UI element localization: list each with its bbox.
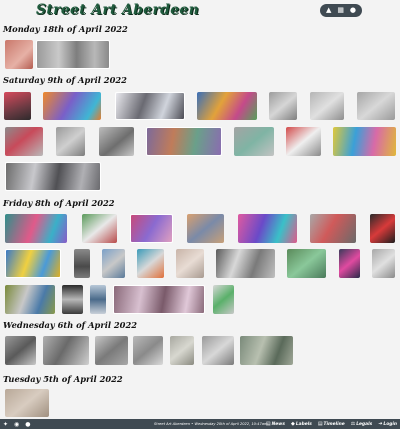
artwork-thumbnail[interactable]	[74, 249, 90, 278]
artwork-thumbnail[interactable]	[4, 92, 31, 120]
nav-news[interactable]: ▤ News	[266, 421, 285, 427]
day-header-friday-8: Friday 8th of April 2022	[3, 198, 115, 208]
artwork-thumbnail[interactable]	[310, 214, 356, 243]
timeline-icon: ▤	[317, 421, 323, 427]
artwork-thumbnail[interactable]	[5, 214, 67, 243]
day-header-saturday-9: Saturday 9th of April 2022	[3, 75, 127, 85]
artwork-thumbnail[interactable]	[5, 127, 43, 156]
news-icon: ▤	[265, 421, 271, 427]
artwork-thumbnail[interactable]	[372, 249, 395, 278]
artwork-thumbnail[interactable]	[357, 92, 395, 120]
artwork-thumbnail[interactable]	[187, 214, 224, 243]
instagram-icon[interactable]: ◉	[14, 421, 19, 428]
day-header-tuesday-5: Tuesday 5th of April 2022	[3, 374, 123, 384]
artwork-thumbnail[interactable]	[269, 92, 297, 120]
nav-legals-label: Legals	[356, 421, 373, 427]
artwork-thumbnail[interactable]	[62, 285, 83, 314]
artwork-thumbnail[interactable]	[216, 249, 275, 278]
nav-timeline-label: Timeline	[323, 421, 345, 427]
artwork-thumbnail[interactable]	[238, 214, 297, 243]
info-icon[interactable]: ●	[350, 4, 356, 17]
artwork-thumbnail[interactable]	[202, 336, 234, 365]
nav-legals[interactable]: ⚖ Legals	[351, 421, 372, 427]
artwork-thumbnail[interactable]	[310, 92, 344, 120]
artwork-thumbnail[interactable]	[339, 249, 360, 278]
nav-login-label: Login	[383, 421, 397, 427]
artwork-thumbnail[interactable]	[95, 336, 128, 365]
artwork-thumbnail[interactable]	[234, 127, 274, 156]
twitter-icon[interactable]: ✦	[3, 421, 8, 428]
artwork-thumbnail[interactable]	[102, 249, 125, 278]
footer-credit: Street Art Aberdeen • Wednesday 20th of …	[154, 422, 268, 426]
top-menu[interactable]: ▲ ▦ ●	[320, 4, 362, 17]
nav-login[interactable]: ➜ Login	[378, 421, 397, 427]
artwork-thumbnail[interactable]	[5, 285, 55, 314]
artwork-thumbnail[interactable]	[115, 92, 185, 120]
day-header-monday-18: Monday 18th of April 2022	[3, 24, 128, 34]
artwork-thumbnail[interactable]	[5, 40, 33, 69]
login-icon: ➜	[378, 421, 383, 427]
artwork-thumbnail[interactable]	[176, 249, 204, 278]
nav-labels[interactable]: ◆ Labels	[291, 421, 312, 427]
artwork-thumbnail[interactable]	[137, 249, 164, 278]
artwork-thumbnail[interactable]	[43, 336, 89, 365]
nav-labels-label: Labels	[295, 421, 312, 427]
artwork-thumbnail[interactable]	[170, 336, 194, 365]
artwork-thumbnail[interactable]	[5, 389, 49, 417]
nav-timeline[interactable]: ▤ Timeline	[318, 421, 345, 427]
artwork-thumbnail[interactable]	[286, 127, 321, 156]
gallery-icon[interactable]: ▦	[337, 4, 344, 17]
artwork-thumbnail[interactable]	[90, 285, 106, 314]
artwork-thumbnail[interactable]	[56, 127, 85, 156]
nav-news-label: News	[271, 421, 285, 427]
artwork-thumbnail[interactable]	[333, 127, 396, 156]
day-header-wednesday-6: Wednesday 6th of April 2022	[3, 320, 138, 330]
artwork-thumbnail[interactable]	[43, 92, 101, 120]
artwork-thumbnail[interactable]	[133, 336, 163, 365]
artwork-thumbnail[interactable]	[370, 214, 395, 243]
artwork-thumbnail[interactable]	[130, 214, 173, 243]
artwork-thumbnail[interactable]	[82, 214, 117, 243]
artwork-thumbnail[interactable]	[287, 249, 326, 278]
artwork-thumbnail[interactable]	[240, 336, 293, 365]
artwork-thumbnail[interactable]	[5, 336, 36, 365]
github-icon[interactable]: ●	[25, 421, 30, 428]
legals-icon: ⚖	[350, 421, 356, 427]
artwork-thumbnail[interactable]	[36, 40, 110, 69]
map-icon[interactable]: ▲	[326, 4, 331, 17]
footer-bar: ✦ ◉ ● Street Art Aberdeen • Wednesday 20…	[0, 419, 400, 429]
site-title[interactable]: Street Art Aberdeen	[36, 2, 199, 18]
artwork-thumbnail[interactable]	[113, 285, 205, 314]
artwork-thumbnail[interactable]	[197, 92, 257, 120]
labels-icon: ◆	[290, 421, 295, 427]
artwork-thumbnail[interactable]	[5, 249, 61, 278]
artwork-thumbnail[interactable]	[146, 127, 222, 156]
artwork-thumbnail[interactable]	[213, 285, 234, 314]
artwork-thumbnail[interactable]	[99, 127, 134, 156]
artwork-thumbnail[interactable]	[5, 162, 101, 191]
